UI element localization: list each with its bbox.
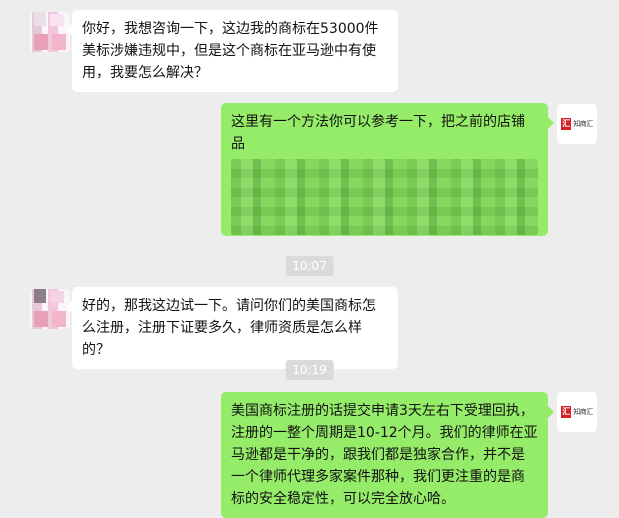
agent-avatar[interactable]: 汇知商汇	[557, 104, 597, 144]
brand-logo-icon: 汇知商汇	[561, 406, 593, 418]
message-bubble-agent-2[interactable]: 美国商标注册的话提交申请3天左右下受理回执，注册的一整个周期是10-12个月。我…	[221, 392, 554, 518]
message-text: 美国商标注册的话提交申请3天左右下受理回执，注册的一整个周期是10-12个月。我…	[231, 403, 538, 507]
customer-avatar[interactable]	[30, 289, 70, 329]
brand-logo-icon: 汇知商汇	[561, 118, 593, 130]
customer-avatar[interactable]	[30, 12, 70, 52]
message-text: 你好，我想咨询一下，这边我的商标在53000件美标涉嫌违规中，但是这个商标在亚马…	[82, 21, 379, 81]
agent-avatar[interactable]: 汇知商汇	[557, 392, 597, 432]
message-bubble-customer-2[interactable]: 好的，那我这边试一下。请问你们的美国商标怎么注册，注册下证要多久，律师资质是怎么…	[66, 287, 398, 369]
timestamp: 10:07	[285, 256, 334, 276]
timestamp: 10:19	[285, 360, 334, 380]
message-text: 这里有一个方法你可以参考一下，把之前的店铺品	[231, 114, 525, 152]
message-bubble-agent-1[interactable]: 这里有一个方法你可以参考一下，把之前的店铺品	[221, 103, 554, 236]
redacted-content	[231, 159, 538, 235]
message-bubble-customer-1[interactable]: 你好，我想咨询一下，这边我的商标在53000件美标涉嫌违规中，但是这个商标在亚马…	[66, 10, 398, 92]
message-text: 好的，那我这边试一下。请问你们的美国商标怎么注册，注册下证要多久，律师资质是怎么…	[82, 298, 376, 358]
